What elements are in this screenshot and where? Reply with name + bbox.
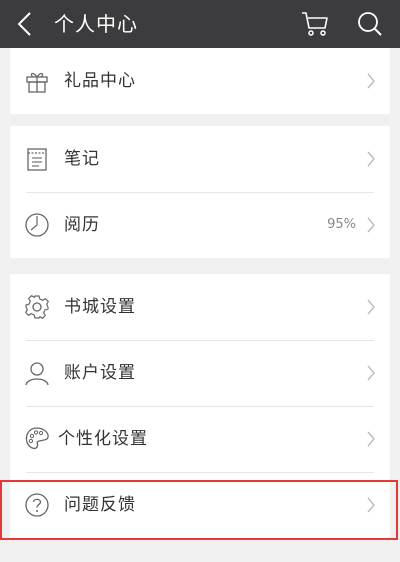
menu-item-label: 账户设置: [64, 363, 136, 383]
menu-item-bookstore-settings[interactable]: 书城设置: [10, 274, 390, 340]
top-bar: 个人中心: [0, 0, 400, 48]
menu-item-label: 礼品中心: [64, 71, 136, 91]
chevron-right-icon: [366, 73, 376, 89]
chevron-right-icon: [366, 217, 376, 233]
menu-item-gift-center[interactable]: 礼品中心: [10, 48, 390, 114]
gift-icon: [24, 68, 50, 94]
menu-item-label: 书城设置: [64, 297, 136, 317]
chevron-right-icon: [366, 299, 376, 315]
search-icon[interactable]: [356, 10, 384, 38]
question-icon: [24, 492, 50, 518]
notepad-icon: [24, 146, 50, 172]
clock-icon: [24, 212, 50, 238]
chevron-right-icon: [366, 151, 376, 167]
page-title: 个人中心: [54, 12, 138, 36]
menu-item-account-settings[interactable]: 账户设置: [10, 340, 390, 406]
chevron-right-icon: [366, 365, 376, 381]
menu-item-personalization[interactable]: 个性化设置: [10, 406, 390, 472]
section-gifts: 礼品中心: [10, 48, 390, 114]
menu-item-label: 阅历: [64, 215, 100, 235]
gear-icon: [24, 294, 50, 320]
palette-icon: [24, 426, 50, 452]
menu-item-label: 个性化设置: [58, 429, 148, 449]
menu-item-reading-history[interactable]: 阅历 95%: [10, 192, 390, 258]
menu-item-notes[interactable]: 笔记: [10, 126, 390, 192]
menu-item-feedback[interactable]: 问题反馈: [10, 472, 390, 538]
back-icon[interactable]: [14, 11, 36, 37]
menu-item-label: 笔记: [64, 149, 100, 169]
section-settings: 书城设置 账户设置 个性化设置 问题反馈: [10, 274, 390, 538]
reading-progress-value: 95%: [327, 217, 356, 232]
cart-icon[interactable]: [300, 10, 330, 38]
chevron-right-icon: [366, 431, 376, 447]
menu-item-label: 问题反馈: [64, 495, 136, 515]
section-notes: 笔记 阅历 95%: [10, 126, 390, 258]
chevron-right-icon: [366, 497, 376, 513]
user-icon: [24, 360, 50, 386]
